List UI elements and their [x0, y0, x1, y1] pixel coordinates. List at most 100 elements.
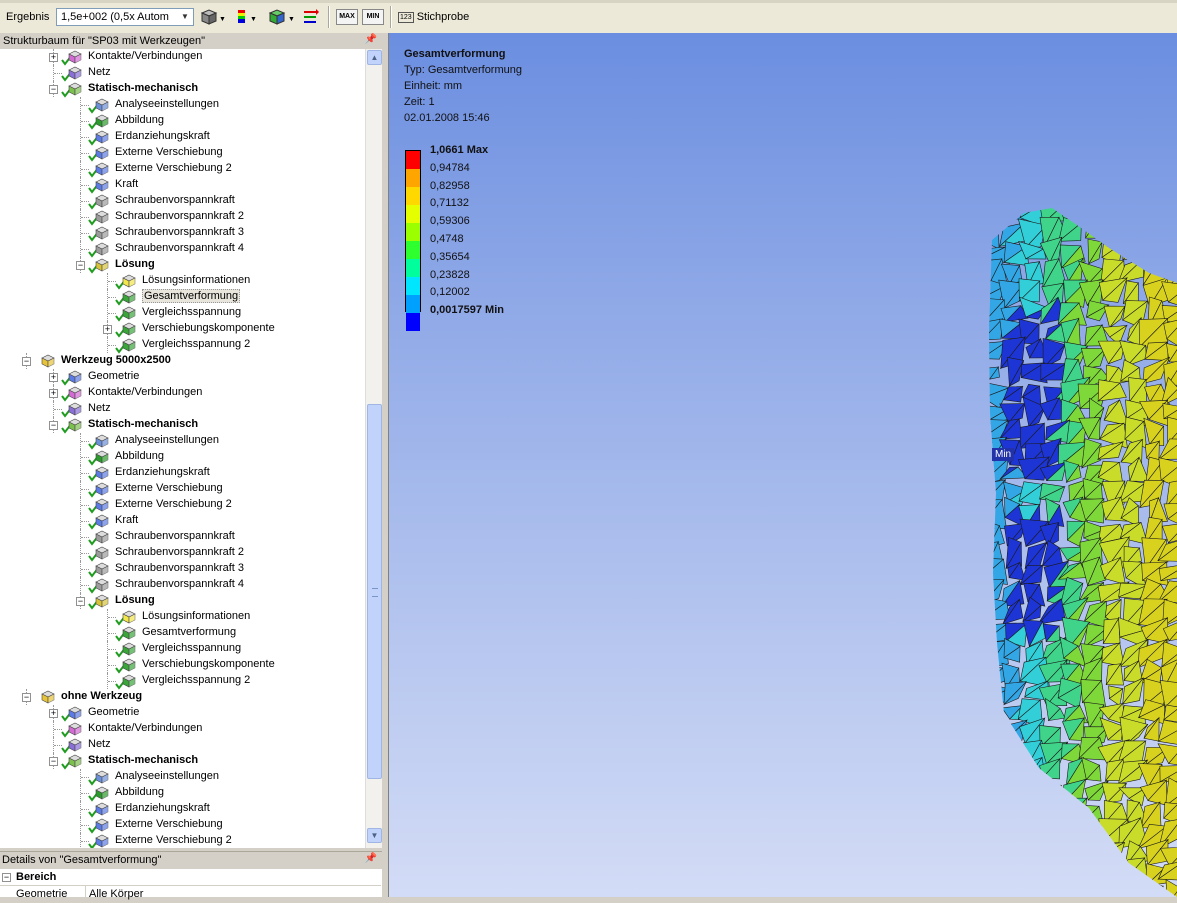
max-button[interactable]: MAX: [336, 9, 358, 25]
tree-item[interactable]: Netz: [0, 65, 365, 82]
mesh-element: [1099, 208, 1129, 221]
tree-item[interactable]: Gesamtverformung: [0, 289, 365, 306]
geometry-icon: [68, 706, 82, 720]
tree-item[interactable]: + Verschiebungskomponente: [0, 321, 365, 338]
tree-item[interactable]: Vergleichsspannung 2: [0, 337, 365, 354]
chevron-down-icon[interactable]: ▼: [177, 9, 193, 25]
mesh-element: [1103, 221, 1119, 247]
tree-item[interactable]: + Kontakte/Verbindungen: [0, 385, 365, 402]
collapse-icon[interactable]: −: [76, 597, 85, 606]
mesh-element: [1117, 887, 1145, 897]
tree-item-label: Netz: [88, 738, 111, 750]
expand-icon[interactable]: +: [49, 53, 58, 62]
tree-item[interactable]: + Geometrie: [0, 369, 365, 386]
expand-icon[interactable]: +: [103, 325, 112, 334]
tree-item[interactable]: Netz: [0, 737, 365, 754]
tree-item[interactable]: − ohne Werkzeug: [0, 689, 365, 705]
tree-item[interactable]: Schraubenvorspannkraft 4: [0, 577, 365, 594]
tree-item[interactable]: Abbildung: [0, 785, 365, 802]
collapse-icon[interactable]: −: [49, 85, 58, 94]
panel-splitter[interactable]: [382, 33, 389, 897]
graphics-viewport[interactable]: Gesamtverformung Typ: Gesamtverformung E…: [389, 33, 1177, 897]
tree-item[interactable]: Analyseeinstellungen: [0, 97, 365, 114]
collapse-icon[interactable]: −: [22, 693, 31, 702]
tree-item[interactable]: Erdanziehungskraft: [0, 801, 365, 818]
details-property-row[interactable]: Geometrie Alle Körper: [0, 886, 381, 903]
mesh-element: [1165, 227, 1177, 246]
tree-item[interactable]: − Lösung: [0, 257, 365, 274]
tree-item[interactable]: Schraubenvorspannkraft 4: [0, 241, 365, 258]
tree-item[interactable]: Externe Verschiebung 2: [0, 161, 365, 178]
collapse-icon[interactable]: −: [22, 357, 31, 366]
tree-item[interactable]: + Kontakte/Verbindungen: [0, 49, 365, 66]
tree-item[interactable]: Analyseeinstellungen: [0, 433, 365, 450]
mesh-element: [1028, 837, 1046, 866]
expand-icon[interactable]: +: [49, 389, 58, 398]
tree-item[interactable]: Netz: [0, 401, 365, 418]
mesh-element: [989, 737, 1007, 760]
tree-item[interactable]: + Geometrie: [0, 705, 365, 722]
expand-icon[interactable]: +: [49, 373, 58, 382]
collapse-icon[interactable]: −: [49, 421, 58, 430]
tree-item[interactable]: Externe Verschiebung: [0, 145, 365, 162]
tree-item[interactable]: Externe Verschiebung: [0, 817, 365, 834]
tree-item[interactable]: − Statisch-mechanisch: [0, 81, 365, 98]
mesh-element: [1097, 841, 1126, 863]
scale-select[interactable]: 1,5e+002 (0,5x Autom ▼: [56, 8, 194, 26]
mesh-element: [989, 724, 1007, 749]
scroll-thumb[interactable]: [367, 404, 382, 779]
scroll-up-button[interactable]: ▲: [367, 50, 382, 65]
expand-icon[interactable]: +: [49, 709, 58, 718]
tree-item[interactable]: Abbildung: [0, 113, 365, 130]
tree-item[interactable]: − Werkzeug 5000x2500: [0, 353, 365, 369]
details-section-row[interactable]: − Bereich: [0, 869, 381, 886]
tree-item[interactable]: Schraubenvorspannkraft 3: [0, 561, 365, 578]
tree-item[interactable]: Lösungsinformationen: [0, 273, 365, 290]
contour-button[interactable]: ▼: [235, 8, 261, 26]
tree-item[interactable]: Erdanziehungskraft: [0, 129, 365, 146]
tree-item[interactable]: Vergleichsspannung: [0, 305, 365, 322]
collapse-icon[interactable]: −: [49, 757, 58, 766]
tree-item[interactable]: − Lösung: [0, 593, 365, 610]
tree-item[interactable]: Erdanziehungskraft: [0, 465, 365, 482]
tree-item[interactable]: Schraubenvorspannkraft: [0, 193, 365, 210]
details-panel-header: Details von "Gesamtverformung" 📌: [0, 851, 382, 870]
vector-button[interactable]: [302, 8, 320, 26]
tree-item[interactable]: − Statisch-mechanisch: [0, 753, 365, 770]
tree-item[interactable]: Abbildung: [0, 449, 365, 466]
tree-item[interactable]: Verschiebungskomponente: [0, 657, 365, 674]
tree-item[interactable]: Kontakte/Verbindungen: [0, 721, 365, 738]
tree-item[interactable]: Schraubenvorspannkraft 3: [0, 225, 365, 242]
tree-item[interactable]: Analyseeinstellungen: [0, 769, 365, 786]
tree-item[interactable]: Externe Verschiebung: [0, 481, 365, 498]
min-button[interactable]: MIN: [362, 9, 384, 25]
geometry-display-button[interactable]: ▼: [199, 8, 225, 26]
scroll-down-button[interactable]: ▼: [367, 828, 382, 843]
tree-item[interactable]: Schraubenvorspannkraft 2: [0, 209, 365, 226]
tree-item-label: Schraubenvorspannkraft: [115, 194, 235, 206]
tree-item[interactable]: Externe Verschiebung 2: [0, 497, 365, 514]
collapse-icon[interactable]: −: [2, 873, 11, 882]
tree-scrollbar[interactable]: ▲ ▼: [365, 49, 383, 848]
tree-item[interactable]: Kraft: [0, 177, 365, 194]
mesh-element: [989, 705, 1000, 721]
edges-button[interactable]: ▼: [267, 8, 295, 26]
tree-item[interactable]: Vergleichsspannung 2: [0, 673, 365, 690]
tree-item[interactable]: Vergleichsspannung: [0, 641, 365, 658]
probe-button[interactable]: 123 Stichprobe: [398, 11, 469, 23]
collapse-icon[interactable]: −: [76, 261, 85, 270]
tree-item[interactable]: Gesamtverformung: [0, 625, 365, 642]
tree-item-label: Externe Verschiebung: [115, 818, 223, 830]
tree-item[interactable]: Schraubenvorspannkraft 2: [0, 545, 365, 562]
tree-item[interactable]: Schraubenvorspannkraft: [0, 529, 365, 546]
tree-item[interactable]: Kraft: [0, 513, 365, 530]
tree-item[interactable]: − Statisch-mechanisch: [0, 417, 365, 434]
pin-icon[interactable]: 📌: [365, 34, 377, 45]
tree-item[interactable]: Externe Verschiebung 2: [0, 833, 365, 848]
pin-icon[interactable]: 📌: [365, 853, 377, 864]
tree-item-label: Analyseeinstellungen: [115, 434, 219, 446]
legend-swatch: [406, 295, 420, 313]
tree-item-label: Statisch-mechanisch: [88, 754, 199, 766]
tree-item-label: Lösungsinformationen: [142, 274, 251, 286]
tree-item[interactable]: Lösungsinformationen: [0, 609, 365, 626]
